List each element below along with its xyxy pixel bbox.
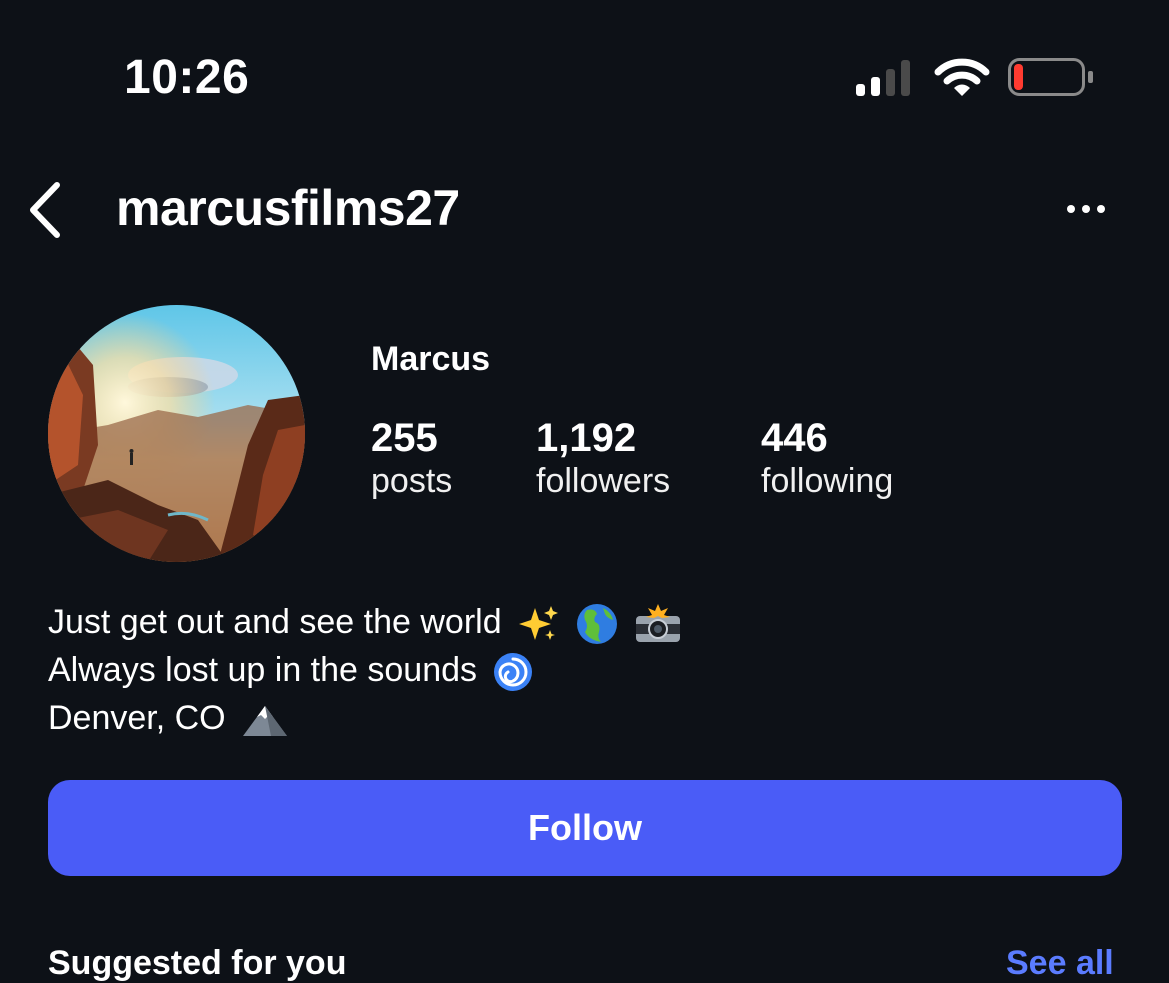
cyclone-icon [494, 653, 533, 692]
follow-button[interactable]: Follow [48, 780, 1122, 876]
bio-line: Always lost up in the sounds [48, 646, 682, 694]
profile-header: marcusfilms27 [0, 165, 1169, 255]
posts-stat[interactable]: 255 posts [371, 415, 452, 501]
profile-username: marcusfilms27 [116, 180, 460, 236]
bio-line: Denver, CO [48, 694, 682, 742]
more-options-button[interactable] [1056, 189, 1116, 229]
see-all-link[interactable]: See all [1006, 944, 1114, 983]
status-bar: 10:26 [0, 0, 1169, 160]
profile-avatar[interactable] [48, 305, 305, 562]
status-time: 10:26 [124, 51, 250, 104]
sparkles-icon [519, 606, 559, 641]
bio-line: Just get out and see the world [48, 598, 682, 646]
globe-americas-icon [576, 604, 617, 645]
following-label: following [761, 462, 894, 500]
suggested-for-you-heading: Suggested for you [48, 944, 347, 982]
cellular-signal-icon [856, 60, 910, 96]
back-button[interactable] [20, 175, 70, 245]
followers-stat[interactable]: 1,192 followers [536, 415, 670, 501]
chevron-left-icon [30, 182, 60, 238]
wifi-icon [934, 58, 990, 96]
following-count: 446 [761, 416, 828, 460]
more-horizontal-icon [1067, 205, 1075, 213]
posts-count: 255 [371, 416, 438, 460]
followers-label: followers [536, 462, 671, 500]
profile-display-name: Marcus [371, 340, 491, 378]
snow-capped-mountain-icon [243, 706, 288, 737]
camera-flash-icon [635, 604, 680, 643]
following-stat[interactable]: 446 following [761, 415, 893, 501]
followers-count: 1,192 [536, 416, 637, 460]
profile-bio: Just get out and see the world Always lo… [48, 598, 682, 742]
posts-label: posts [371, 462, 453, 500]
battery-icon [1008, 58, 1093, 96]
